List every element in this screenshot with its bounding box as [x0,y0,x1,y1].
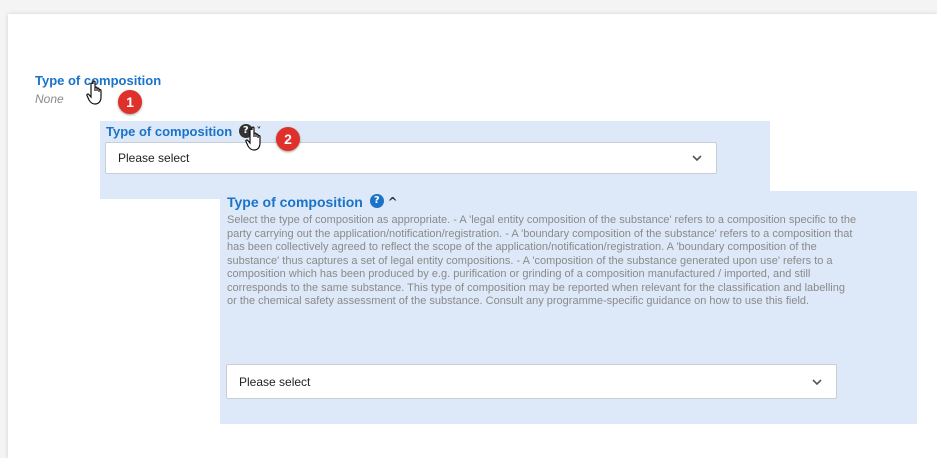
inline-type-select[interactable]: Please select [105,142,717,174]
expanded-type-select[interactable]: Please select [226,364,837,399]
hand-cursor-icon [245,126,261,151]
step-badge-1: 1 [118,90,142,114]
inline-editor-label: Type of composition ? ˅ [106,124,261,140]
step-badge-2: 2 [276,127,300,151]
chevron-down-icon [812,378,822,385]
expanded-editor-label-text: Type of composition [227,194,363,210]
help-text: Select the type of composition as approp… [227,214,857,307]
expanded-select-value: Please select [239,374,311,389]
inline-editor-label-text: Type of composition [106,124,233,139]
question-icon[interactable]: ? [369,194,384,208]
expanded-editor-label: Type of composition ? ^ [227,194,398,210]
inline-select-value: Please select [118,151,190,165]
field-value: None [35,92,64,106]
chevron-down-icon [692,155,702,162]
chevron-up-icon[interactable]: ^ [388,194,398,210]
hand-cursor-icon [86,80,102,105]
